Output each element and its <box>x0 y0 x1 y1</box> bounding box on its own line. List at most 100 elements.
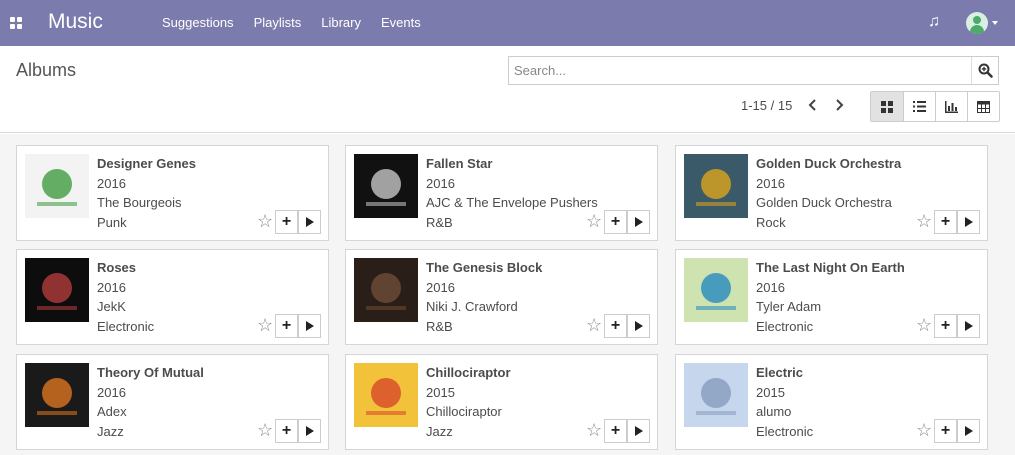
search-input[interactable] <box>509 57 971 84</box>
control-panel: Albums 1-15 / 15 <box>0 46 1015 133</box>
menu-item-suggestions[interactable]: Suggestions <box>152 0 244 46</box>
album-year: 2016 <box>756 280 785 295</box>
play-icon <box>305 321 314 331</box>
star-icon[interactable]: ☆ <box>586 420 602 440</box>
play-icon <box>634 321 643 331</box>
add-to-playlist-button[interactable]: + <box>275 210 298 234</box>
album-title: Electric <box>756 365 803 380</box>
apps-menu-icon[interactable] <box>10 17 23 30</box>
album-title: Theory Of Mutual <box>97 365 204 380</box>
album-year: 2016 <box>756 176 785 191</box>
menu-item-events[interactable]: Events <box>371 0 431 46</box>
page-title: Albums <box>16 60 77 80</box>
play-icon <box>634 217 643 227</box>
user-menu[interactable] <box>966 12 998 34</box>
album-cover <box>25 363 89 427</box>
album-card[interactable]: Theory Of Mutual 2016 Adex Jazz ☆ + <box>16 354 329 450</box>
album-genre: Rock <box>756 215 786 230</box>
play-button[interactable] <box>298 210 321 234</box>
play-button[interactable] <box>627 419 650 443</box>
add-to-playlist-button[interactable]: + <box>275 314 298 338</box>
album-year: 2016 <box>97 385 126 400</box>
album-artist: Tyler Adam <box>756 299 822 314</box>
album-cover <box>684 258 748 322</box>
album-title: The Last Night On Earth <box>756 260 905 275</box>
star-icon[interactable]: ☆ <box>257 211 273 231</box>
search-bar <box>508 56 999 85</box>
pager-next-icon[interactable] <box>830 95 848 115</box>
app-brand: Music <box>48 10 103 33</box>
kanban-view: Designer Genes 2016 The Bourgeois Punk ☆ + Fal… <box>0 134 1015 455</box>
menu-item-playlists[interactable]: Playlists <box>244 0 312 46</box>
play-icon <box>634 426 643 436</box>
top-navbar: Music Suggestions Playlists Library Even… <box>0 0 1015 46</box>
play-button[interactable] <box>627 314 650 338</box>
star-icon[interactable]: ☆ <box>257 420 273 440</box>
add-to-playlist-button[interactable]: + <box>934 210 957 234</box>
album-title: The Genesis Block <box>426 260 543 275</box>
menu-item-library[interactable]: Library <box>311 0 371 46</box>
star-icon[interactable]: ☆ <box>916 315 932 335</box>
search-icon[interactable] <box>971 57 998 84</box>
list-view-icon[interactable] <box>903 92 935 121</box>
album-year: 2015 <box>756 385 785 400</box>
album-artist: AJC & The Envelope Pushers <box>426 195 598 210</box>
star-icon[interactable]: ☆ <box>916 211 932 231</box>
add-to-playlist-button[interactable]: + <box>604 210 627 234</box>
add-to-playlist-button[interactable]: + <box>275 419 298 443</box>
album-title: Roses <box>97 260 137 275</box>
play-button[interactable] <box>957 314 980 338</box>
album-title: Chillociraptor <box>426 365 511 380</box>
album-card[interactable]: Fallen Star 2016 AJC & The Envelope Pusher… <box>345 145 658 241</box>
add-to-playlist-button[interactable]: + <box>604 419 627 443</box>
play-button[interactable] <box>298 419 321 443</box>
album-year: 2016 <box>97 280 126 295</box>
add-to-playlist-button[interactable]: + <box>934 314 957 338</box>
album-artist: Adex <box>97 404 127 419</box>
album-cover <box>354 154 418 218</box>
play-button[interactable] <box>627 210 650 234</box>
kanban-view-icon[interactable] <box>871 92 903 121</box>
album-artist: Chillociraptor <box>426 404 502 419</box>
star-icon[interactable]: ☆ <box>916 420 932 440</box>
pager-value[interactable]: 1-15 / 15 <box>741 98 792 113</box>
main-menu: Suggestions Playlists Library Events <box>152 0 431 46</box>
pager-previous-icon[interactable] <box>804 95 822 115</box>
album-cover <box>25 258 89 322</box>
album-cover <box>25 154 89 218</box>
play-icon <box>964 426 973 436</box>
album-genre: Punk <box>97 215 127 230</box>
album-card[interactable]: The Last Night On Earth 2016 Tyler Adam Ele… <box>675 249 988 345</box>
album-year: 2015 <box>426 385 455 400</box>
star-icon[interactable]: ☆ <box>586 315 602 335</box>
avatar <box>966 12 988 34</box>
album-card[interactable]: Chillociraptor 2015 Chillociraptor Jazz ☆ + <box>345 354 658 450</box>
album-card[interactable]: The Genesis Block 2016 Niki J. Crawford R&B… <box>345 249 658 345</box>
pivot-view-icon[interactable] <box>967 92 999 121</box>
star-icon[interactable]: ☆ <box>586 211 602 231</box>
star-icon[interactable]: ☆ <box>257 315 273 335</box>
album-artist: alumo <box>756 404 792 419</box>
play-button[interactable] <box>298 314 321 338</box>
album-title: Fallen Star <box>426 156 493 171</box>
play-icon <box>964 217 973 227</box>
graph-view-icon[interactable] <box>935 92 967 121</box>
album-genre: Electronic <box>756 319 814 334</box>
play-icon <box>305 217 314 227</box>
music-note-icon[interactable]: ♫ <box>928 13 940 31</box>
album-genre: Jazz <box>97 424 124 439</box>
album-cover <box>354 258 418 322</box>
album-year: 2016 <box>97 176 126 191</box>
add-to-playlist-button[interactable]: + <box>934 419 957 443</box>
play-button[interactable] <box>957 419 980 443</box>
album-genre: R&B <box>426 319 453 334</box>
album-card[interactable]: Designer Genes 2016 The Bourgeois Punk ☆ + <box>16 145 329 241</box>
play-button[interactable] <box>957 210 980 234</box>
album-card[interactable]: Electric 2015 alumo Electronic ☆ + <box>675 354 988 450</box>
album-genre: Electronic <box>97 319 155 334</box>
play-icon <box>305 426 314 436</box>
album-card[interactable]: Golden Duck Orchestra 2016 Golden Duck Orc… <box>675 145 988 241</box>
add-to-playlist-button[interactable]: + <box>604 314 627 338</box>
album-card[interactable]: Roses 2016 JekK Electronic ☆ + <box>16 249 329 345</box>
album-genre: Electronic <box>756 424 814 439</box>
